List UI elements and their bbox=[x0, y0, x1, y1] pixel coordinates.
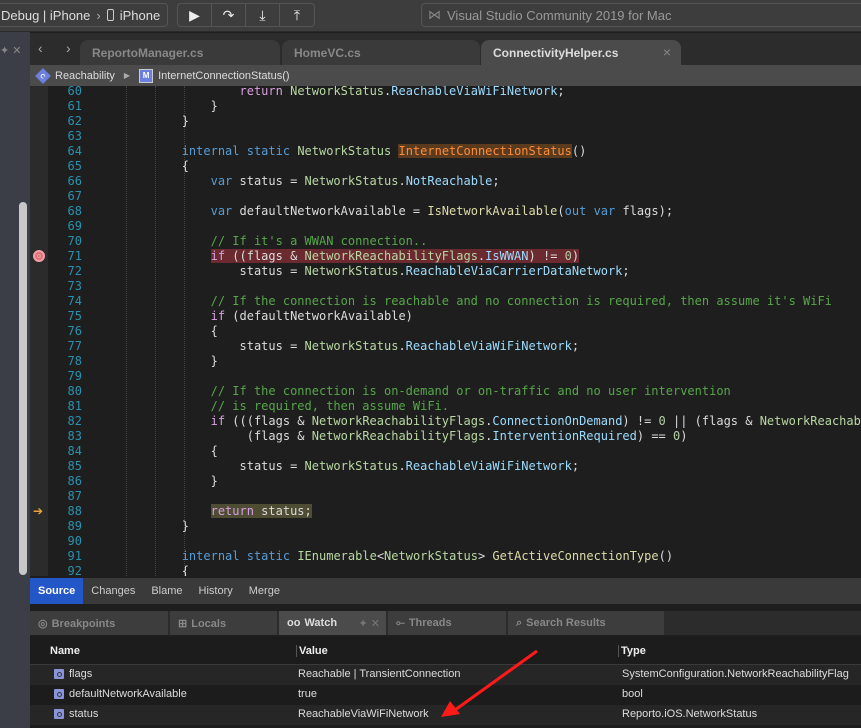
arrow-shaft bbox=[454, 649, 538, 712]
annotation-arrow bbox=[441, 649, 538, 717]
